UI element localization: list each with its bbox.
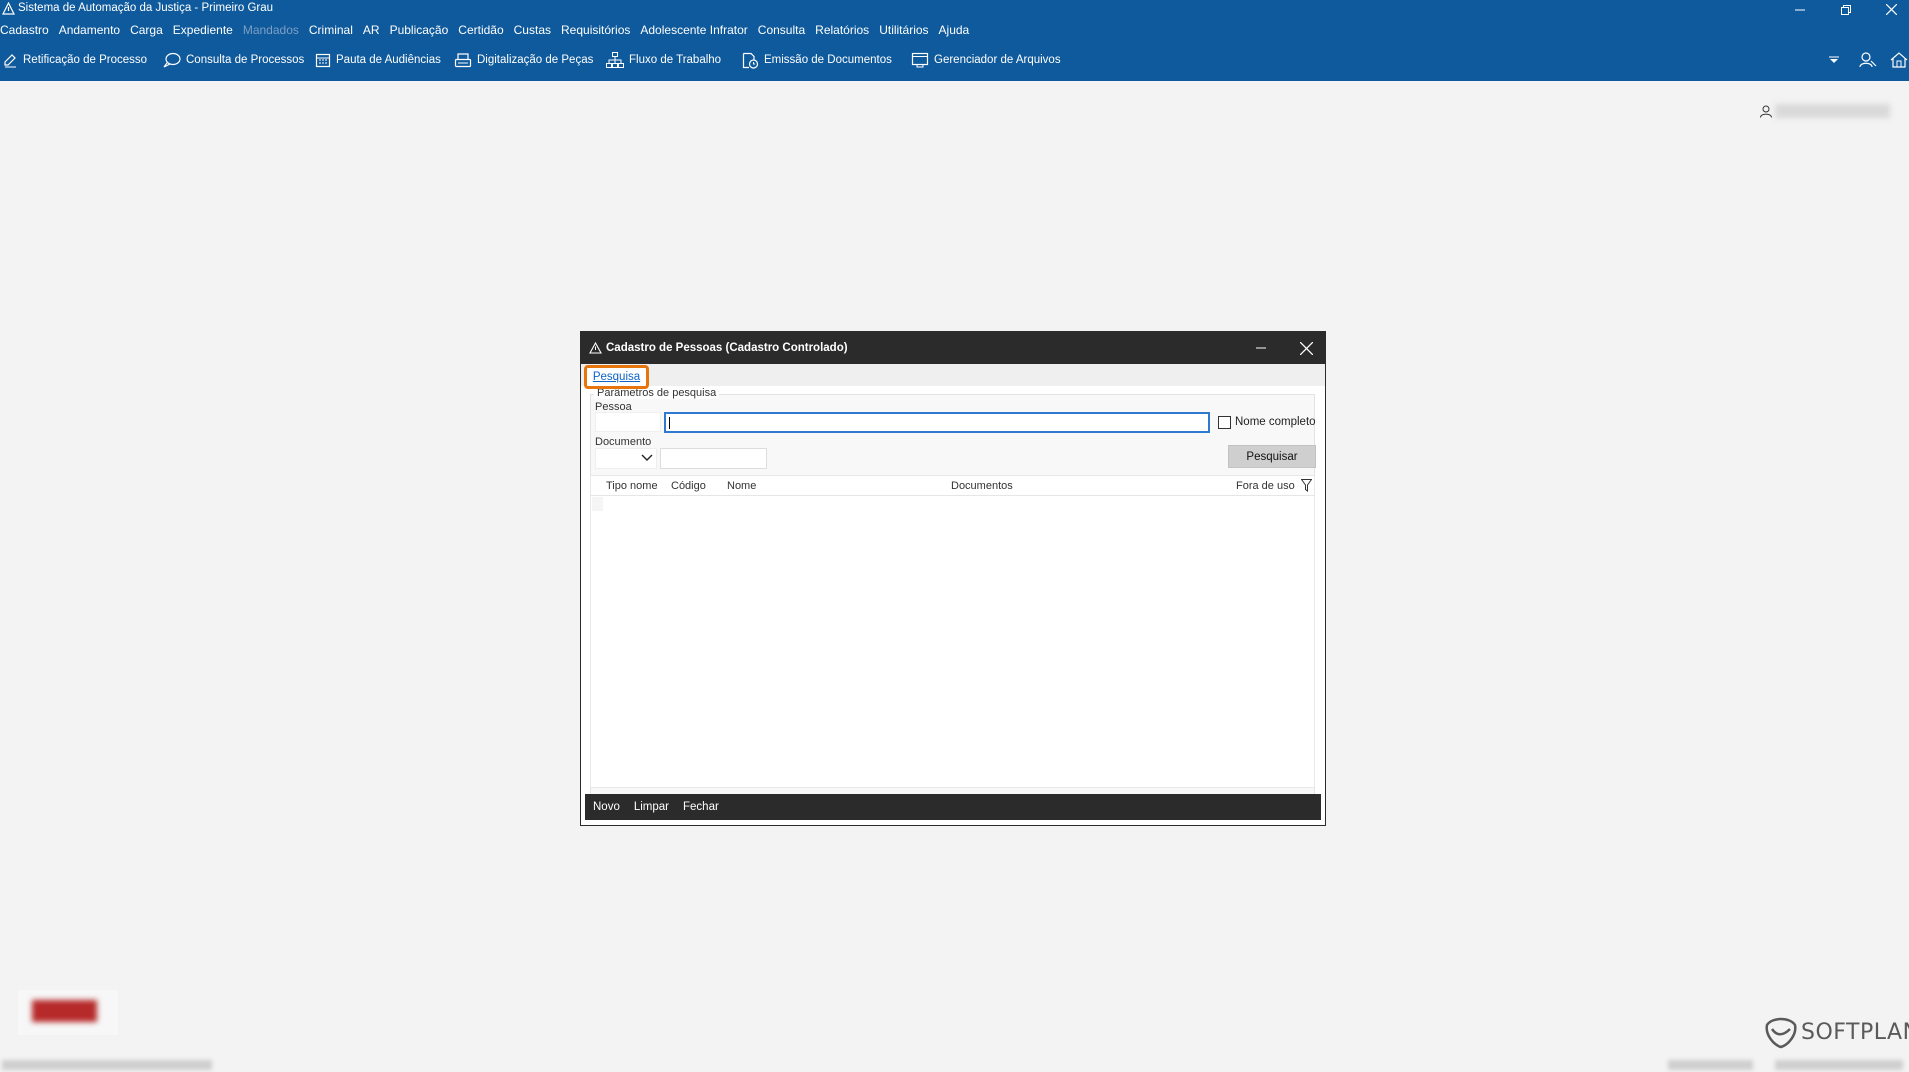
status-text-redacted	[1775, 1060, 1903, 1070]
court-logo-redacted	[18, 990, 118, 1035]
toolbar-fluxo-trabalho[interactable]: Fluxo de Trabalho	[606, 50, 721, 70]
status-text-redacted	[1668, 1060, 1753, 1070]
menu-relatorios[interactable]: Relatórios	[810, 23, 874, 37]
chevron-down-icon	[1829, 56, 1839, 63]
pessoa-prefix-field[interactable]	[595, 412, 661, 432]
toolbar-retificacao-processo[interactable]: Retificação de Processo	[2, 50, 147, 70]
tab-strip: Pesquisa	[581, 364, 1325, 389]
documento-type-select[interactable]	[595, 448, 657, 469]
warning-triangle-icon	[589, 342, 602, 354]
dialog-footer: Novo Limpar Fechar	[585, 794, 1321, 820]
cadastro-pessoas-dialog: Cadastro de Pessoas (Cadastro Controlado…	[580, 331, 1326, 826]
documento-input[interactable]	[660, 448, 767, 469]
chevron-down-icon	[641, 454, 653, 461]
home-icon	[1890, 52, 1908, 68]
toolbar-consulta-processos[interactable]: Consulta de Processos	[163, 50, 304, 70]
toolbar: Retificação de Processo Consulta de Proc…	[0, 40, 1909, 81]
folder-icon	[911, 52, 929, 68]
menu-bar: Cadastro Andamento Carga Expediente Mand…	[0, 19, 1909, 40]
menu-carga[interactable]: Carga	[125, 23, 168, 37]
menu-expediente[interactable]: Expediente	[168, 23, 238, 37]
window-title: Sistema de Automação da Justiça - Primei…	[18, 2, 274, 14]
toolbar-label: Gerenciador de Arquivos	[934, 54, 1061, 66]
tab-pesquisa[interactable]: Pesquisa	[584, 365, 649, 389]
nome-completo-checkbox[interactable]	[1218, 416, 1231, 429]
text-caret	[669, 417, 670, 429]
user-name-redacted	[1775, 104, 1890, 118]
calendar-icon	[315, 53, 331, 68]
menu-certidao[interactable]: Certidão	[453, 23, 508, 37]
softplan-logo: SOFTPLAN	[1764, 1015, 1909, 1049]
limpar-button[interactable]: Limpar	[634, 801, 669, 813]
column-tipo-nome[interactable]: Tipo nome	[606, 480, 658, 492]
dialog-minimize-button[interactable]	[1251, 341, 1271, 355]
edit-icon	[4, 54, 16, 68]
close-icon	[1885, 4, 1897, 15]
search-chat-icon	[163, 52, 181, 68]
toolbar-label: Digitalização de Peças	[477, 54, 594, 66]
pesquisar-button[interactable]: Pesquisar	[1228, 445, 1316, 468]
filter-icon[interactable]	[1301, 479, 1312, 492]
menu-consulta[interactable]: Consulta	[753, 23, 810, 37]
dialog-title-bar: Cadastro de Pessoas (Cadastro Controlado…	[581, 332, 1325, 364]
toolbar-digitalizacao-pecas[interactable]: Digitalização de Peças	[454, 50, 593, 70]
menu-requisitorios[interactable]: Requisitórios	[556, 23, 635, 37]
menu-utilitarios[interactable]: Utilitários	[874, 23, 933, 37]
minimize-button[interactable]	[1782, 0, 1818, 19]
users-icon	[1859, 52, 1877, 68]
fechar-button[interactable]: Fechar	[683, 801, 719, 813]
restore-icon	[1841, 4, 1851, 15]
workflow-icon	[606, 52, 624, 68]
menu-publicacao[interactable]: Publicação	[385, 23, 454, 37]
menu-custas[interactable]: Custas	[509, 23, 556, 37]
softplan-mark-icon	[1765, 1017, 1797, 1049]
menu-andamento[interactable]: Andamento	[54, 23, 125, 37]
toolbar-emissao-documentos[interactable]: Emissão de Documentos	[741, 50, 892, 70]
document-icon	[742, 52, 759, 69]
results-grid[interactable]: Tipo nome Código Nome Documentos Fora de…	[590, 475, 1315, 788]
column-fora-de-uso[interactable]: Fora de uso	[1236, 480, 1295, 492]
menu-ar[interactable]: AR	[358, 23, 385, 37]
menu-mandados: Mandados	[242, 22, 299, 37]
user-info	[1760, 104, 1890, 118]
toolbar-label: Fluxo de Trabalho	[629, 54, 722, 66]
user-icon	[1760, 105, 1772, 118]
close-icon	[1299, 341, 1313, 355]
toolbar-label: Consulta de Processos	[186, 54, 305, 66]
user-switch-button[interactable]	[1859, 50, 1877, 70]
toolbar-label: Retificação de Processo	[23, 54, 148, 66]
dialog-close-button[interactable]	[1296, 340, 1316, 356]
scanner-icon	[454, 53, 472, 68]
toolbar-pauta-audiencias[interactable]: Pauta de Audiências	[315, 50, 441, 70]
close-window-button[interactable]	[1873, 0, 1909, 19]
status-text-redacted	[2, 1060, 212, 1070]
grid-row-header	[592, 497, 603, 511]
toolbar-gerenciador-arquivos[interactable]: Gerenciador de Arquivos	[911, 50, 1061, 70]
column-nome[interactable]: Nome	[727, 480, 756, 492]
novo-button[interactable]: Novo	[593, 801, 620, 813]
pessoa-input[interactable]	[664, 412, 1210, 433]
grid-header: Tipo nome Código Nome Documentos Fora de…	[591, 476, 1314, 496]
documento-label: Documento	[595, 436, 652, 448]
toolbar-label: Emissão de Documentos	[764, 54, 892, 66]
dialog-title: Cadastro de Pessoas (Cadastro Controlado…	[606, 342, 848, 354]
restore-button[interactable]	[1828, 0, 1864, 19]
toolbar-label: Pauta de Audiências	[336, 54, 441, 66]
home-button[interactable]	[1890, 50, 1908, 70]
menu-ajuda[interactable]: Ajuda	[934, 23, 975, 37]
column-codigo[interactable]: Código	[671, 480, 706, 492]
toolbar-overflow-button[interactable]	[1829, 50, 1839, 70]
window-title-bar: Sistema de Automação da Justiça - Primei…	[0, 0, 1909, 19]
menu-criminal[interactable]: Criminal	[304, 23, 358, 37]
menu-adolescente-infrator[interactable]: Adolescente Infrator	[635, 23, 752, 37]
menu-cadastro[interactable]: Cadastro	[0, 23, 54, 37]
minimize-icon	[1795, 9, 1805, 10]
column-documentos[interactable]: Documentos	[951, 480, 1013, 492]
warning-triangle-icon	[2, 2, 15, 15]
softplan-wordmark: SOFTPLAN	[1801, 1019, 1909, 1045]
minimize-icon	[1256, 347, 1266, 349]
nome-completo-label: Nome completo	[1235, 416, 1316, 428]
